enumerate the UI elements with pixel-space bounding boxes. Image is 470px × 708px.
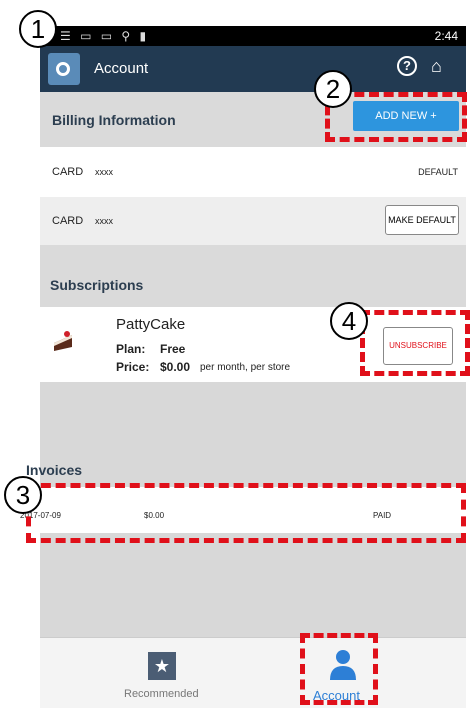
callout-4: 4: [330, 302, 368, 340]
invoices-title: Invoices: [26, 462, 83, 478]
card-label: CARD: [52, 166, 84, 178]
status-time: 2:44: [434, 29, 458, 43]
subscriptions-section-header: Subscriptions: [40, 245, 466, 307]
page-title: Account: [94, 60, 149, 77]
help-icon[interactable]: ?: [397, 56, 417, 76]
subscription-name: PattyCake: [116, 316, 186, 333]
status-bar: ☰ ▭ ▭ ⚲ ▮ 2:44: [40, 26, 466, 46]
card-number: xxxx: [95, 167, 113, 177]
make-default-button[interactable]: MAKE DEFAULT: [385, 205, 459, 235]
card-row[interactable]: CARD xxxx DEFAULT: [40, 147, 466, 197]
cake-icon: [52, 329, 74, 353]
price-value: $0.00: [160, 360, 191, 374]
annotation-box-4: [360, 310, 470, 376]
home-icon[interactable]: ⌂: [431, 56, 442, 77]
plan-value: Free: [160, 342, 186, 356]
price-suffix: per month, per store: [200, 362, 291, 373]
subscriptions-title: Subscriptions: [50, 277, 144, 293]
price-label: Price:: [116, 360, 150, 374]
app-logo-icon: [48, 53, 80, 85]
status-icons: ☰ ▭ ▭ ⚲ ▮: [60, 29, 150, 43]
billing-title: Billing Information: [52, 112, 176, 128]
annotation-box-account: [300, 633, 378, 705]
app-bar: Account ? ⌂: [40, 46, 466, 92]
bottom-navigation: ★ Recommended Account: [40, 637, 466, 708]
callout-2: 2: [314, 70, 352, 108]
callout-3: 3: [4, 476, 42, 514]
nav-recommended[interactable]: Recommended: [124, 688, 199, 700]
star-icon[interactable]: ★: [148, 652, 176, 680]
annotation-box-3: [26, 483, 466, 543]
callout-1: 1: [19, 10, 57, 48]
card-number: xxxx: [95, 216, 113, 226]
default-badge: DEFAULT: [418, 167, 458, 177]
card-label: CARD: [52, 215, 84, 227]
plan-label: Plan:: [116, 342, 146, 356]
